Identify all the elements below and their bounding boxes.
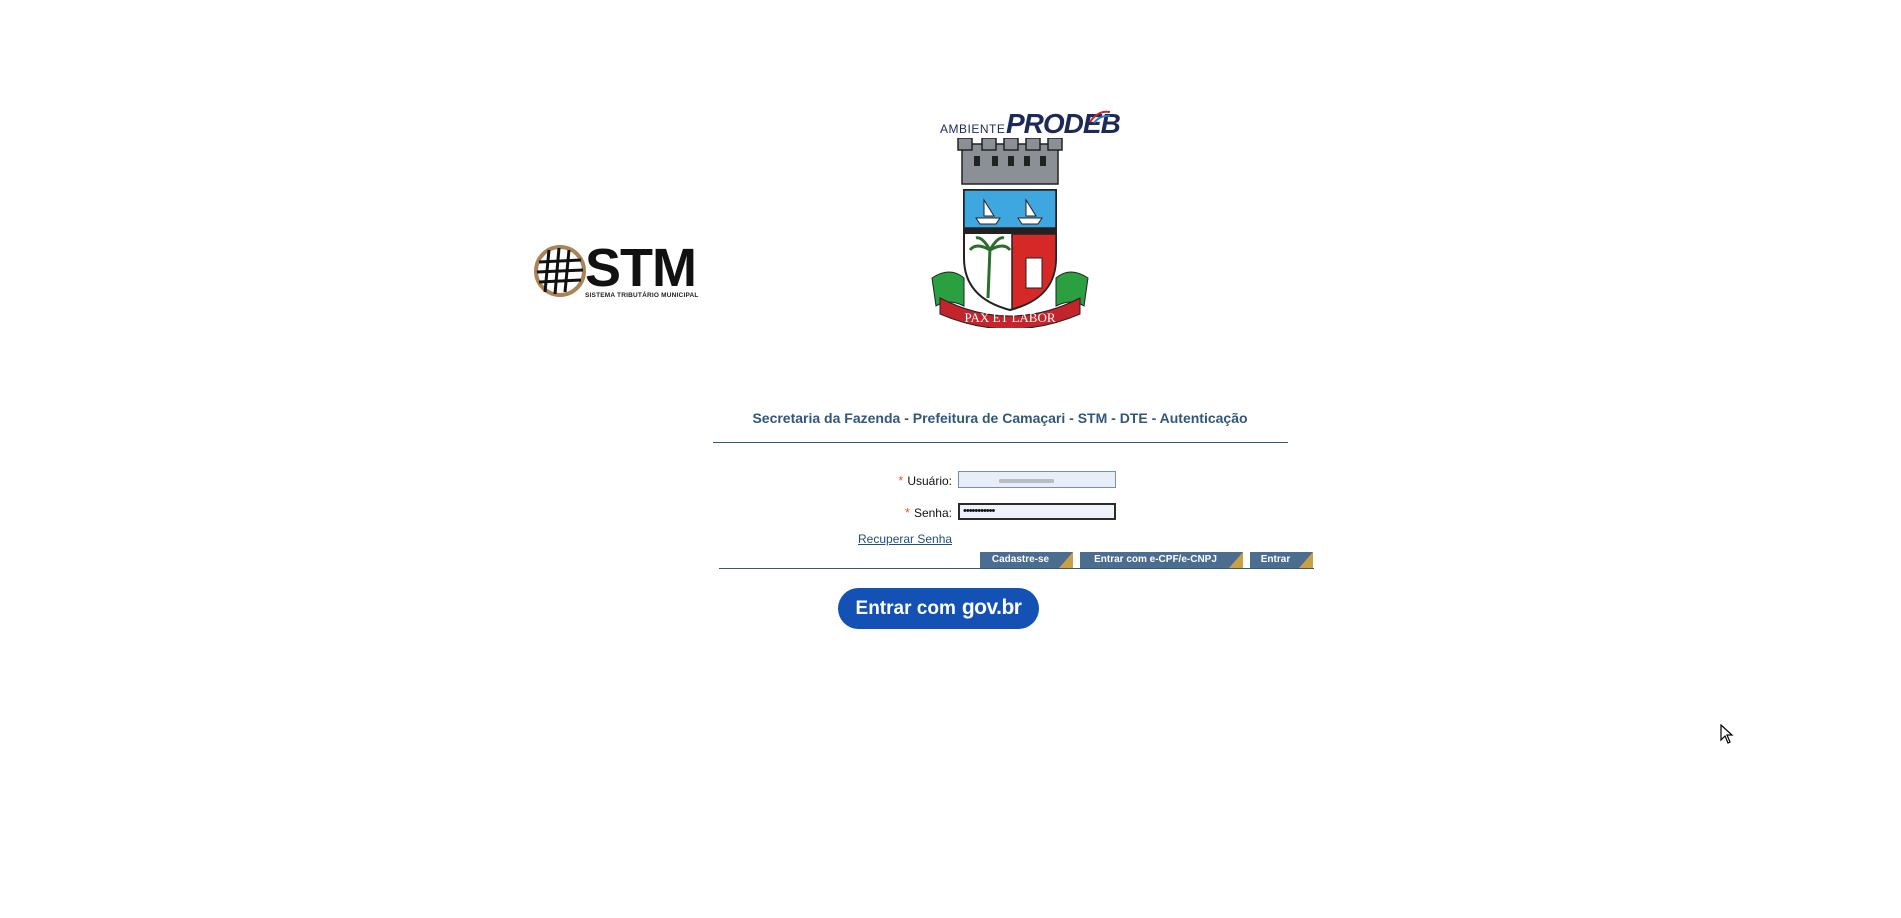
govbr-login-button[interactable]: Entrar com gov.br xyxy=(838,588,1039,629)
ecpf-login-button[interactable]: Entrar com e-CPF/e-CNPJ xyxy=(1080,552,1243,568)
required-mark: * xyxy=(898,473,904,488)
mouse-cursor-icon xyxy=(1720,724,1734,744)
password-label: * Senha: xyxy=(800,505,952,520)
govbr-prefix: Entrar com xyxy=(855,598,956,619)
button-corner-decoration xyxy=(1229,552,1243,568)
username-label: * Usuário: xyxy=(800,473,952,488)
coat-of-arms-icon: PAX ET LABOR xyxy=(931,138,1089,328)
form-bottom-divider xyxy=(719,568,1314,569)
register-button-label: Cadastre-se xyxy=(991,554,1050,565)
govbr-brand: gov.br xyxy=(961,596,1022,619)
required-mark: * xyxy=(904,505,910,520)
stm-brand-text: STM xyxy=(585,238,697,298)
username-redacted-value xyxy=(999,479,1054,483)
stm-globe-icon xyxy=(534,245,586,297)
title-divider xyxy=(713,442,1288,443)
button-corner-decoration xyxy=(1299,552,1313,568)
page-title: Secretaria da Fazenda - Prefeitura de Ca… xyxy=(752,410,1248,426)
prodeb-logo: AMBIENTE PRODEB xyxy=(940,108,1121,139)
password-input[interactable]: ••••••••••• xyxy=(958,503,1116,520)
button-corner-decoration xyxy=(1059,552,1073,568)
login-button[interactable]: Entrar xyxy=(1250,552,1313,568)
password-label-text: Senha: xyxy=(913,506,952,520)
coat-motto: PAX ET LABOR xyxy=(964,310,1055,325)
username-input[interactable] xyxy=(958,471,1116,488)
login-button-label: Entrar xyxy=(1260,554,1291,565)
prodeb-prefix: AMBIENTE xyxy=(940,122,1006,136)
prodeb-swoosh-icon xyxy=(1089,110,1111,124)
recover-password-link[interactable]: Recuperar Senha xyxy=(858,532,952,546)
stm-logo: STM SISTEMA TRIBUTÁRIO MUNICIPAL xyxy=(533,238,703,304)
username-label-text: Usuário: xyxy=(907,474,952,488)
register-button[interactable]: Cadastre-se xyxy=(980,552,1073,568)
stm-subtitle: SISTEMA TRIBUTÁRIO MUNICIPAL xyxy=(585,292,699,299)
ecpf-button-label: Entrar com e-CPF/e-CNPJ xyxy=(1094,554,1217,565)
